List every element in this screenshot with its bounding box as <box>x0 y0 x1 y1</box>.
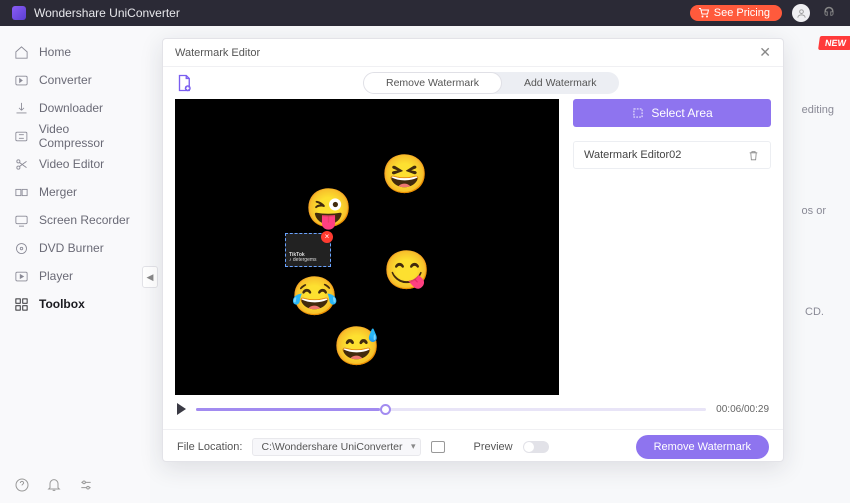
seek-slider[interactable] <box>196 408 706 411</box>
home-icon <box>14 45 29 60</box>
close-icon[interactable]: ✕ <box>759 44 771 61</box>
file-location-label: File Location: <box>177 441 242 453</box>
see-pricing-button[interactable]: See Pricing <box>690 5 782 21</box>
preview-toggle[interactable] <box>523 441 549 453</box>
sidebar-item-converter[interactable]: Converter <box>0 66 150 94</box>
select-area-button[interactable]: Select Area <box>573 99 771 127</box>
watermark-editor-modal: Watermark Editor ✕ Remove Watermark Add … <box>162 38 784 462</box>
sidebar-collapse[interactable]: ◀ <box>142 266 158 288</box>
remove-watermark-button[interactable]: Remove Watermark <box>636 435 769 459</box>
open-folder-icon[interactable] <box>431 441 445 453</box>
sidebar-item-recorder[interactable]: Screen Recorder <box>0 206 150 234</box>
account-icon[interactable] <box>792 4 810 22</box>
sidebar-item-downloader[interactable]: Downloader <box>0 94 150 122</box>
emoji-yum: 😋 <box>383 249 430 293</box>
watermark-tabs: Remove Watermark Add Watermark <box>363 72 619 94</box>
bg-text-3: CD. <box>805 306 824 318</box>
sidebar-item-compressor[interactable]: Video Compressor <box>0 122 150 150</box>
modal-title: Watermark Editor <box>175 47 260 59</box>
remove-selection-icon[interactable]: × <box>321 231 333 243</box>
compress-icon <box>14 129 29 144</box>
select-area-icon <box>631 106 645 120</box>
emoji-joy: 😂 <box>291 275 338 319</box>
tab-add-watermark[interactable]: Add Watermark <box>502 72 619 94</box>
recorder-icon <box>14 213 29 228</box>
toolbox-icon <box>14 297 29 312</box>
bg-text-2: os or <box>802 205 826 217</box>
tab-remove-watermark[interactable]: Remove Watermark <box>363 72 502 94</box>
emoji-sweat: 😅 <box>333 325 380 369</box>
download-icon <box>14 101 29 116</box>
emoji-wink-tongue: 😜 <box>305 187 352 231</box>
video-preview[interactable]: 😆 😜 😋 😂 😅 × TikTok♪ detergems <box>175 99 559 395</box>
bg-text-1: editing <box>802 104 834 116</box>
time-display: 00:06/00:29 <box>716 404 769 415</box>
app-logo <box>12 6 26 20</box>
play-button[interactable] <box>177 403 186 415</box>
watermark-selection[interactable]: × TikTok♪ detergems <box>285 233 331 267</box>
trash-icon[interactable] <box>747 149 760 162</box>
merger-icon <box>14 185 29 200</box>
settings-icon[interactable] <box>78 477 94 493</box>
emoji-xd: 😆 <box>381 153 428 197</box>
scissors-icon <box>14 157 29 172</box>
sidebar-item-home[interactable]: Home <box>0 38 150 66</box>
watermark-item-label: Watermark Editor02 <box>584 149 681 161</box>
sidebar-item-player[interactable]: Player <box>0 262 150 290</box>
add-file-icon[interactable] <box>175 74 193 92</box>
support-icon[interactable] <box>820 4 838 22</box>
app-title: Wondershare UniConverter <box>34 6 180 20</box>
sidebar-item-editor[interactable]: Video Editor <box>0 150 150 178</box>
bell-icon[interactable] <box>46 477 62 493</box>
new-badge: NEW <box>818 36 850 50</box>
preview-label: Preview <box>473 441 512 453</box>
help-icon[interactable] <box>14 477 30 493</box>
player-icon <box>14 269 29 284</box>
disc-icon <box>14 241 29 256</box>
watermark-item[interactable]: Watermark Editor02 <box>573 141 771 169</box>
seek-knob[interactable] <box>380 404 391 415</box>
sidebar-item-dvd[interactable]: DVD Burner <box>0 234 150 262</box>
sidebar-item-merger[interactable]: Merger <box>0 178 150 206</box>
file-location-field[interactable]: C:\Wondershare UniConverter <box>252 438 421 456</box>
cart-icon <box>698 7 710 19</box>
converter-icon <box>14 73 29 88</box>
sidebar-item-toolbox[interactable]: Toolbox <box>0 290 150 318</box>
